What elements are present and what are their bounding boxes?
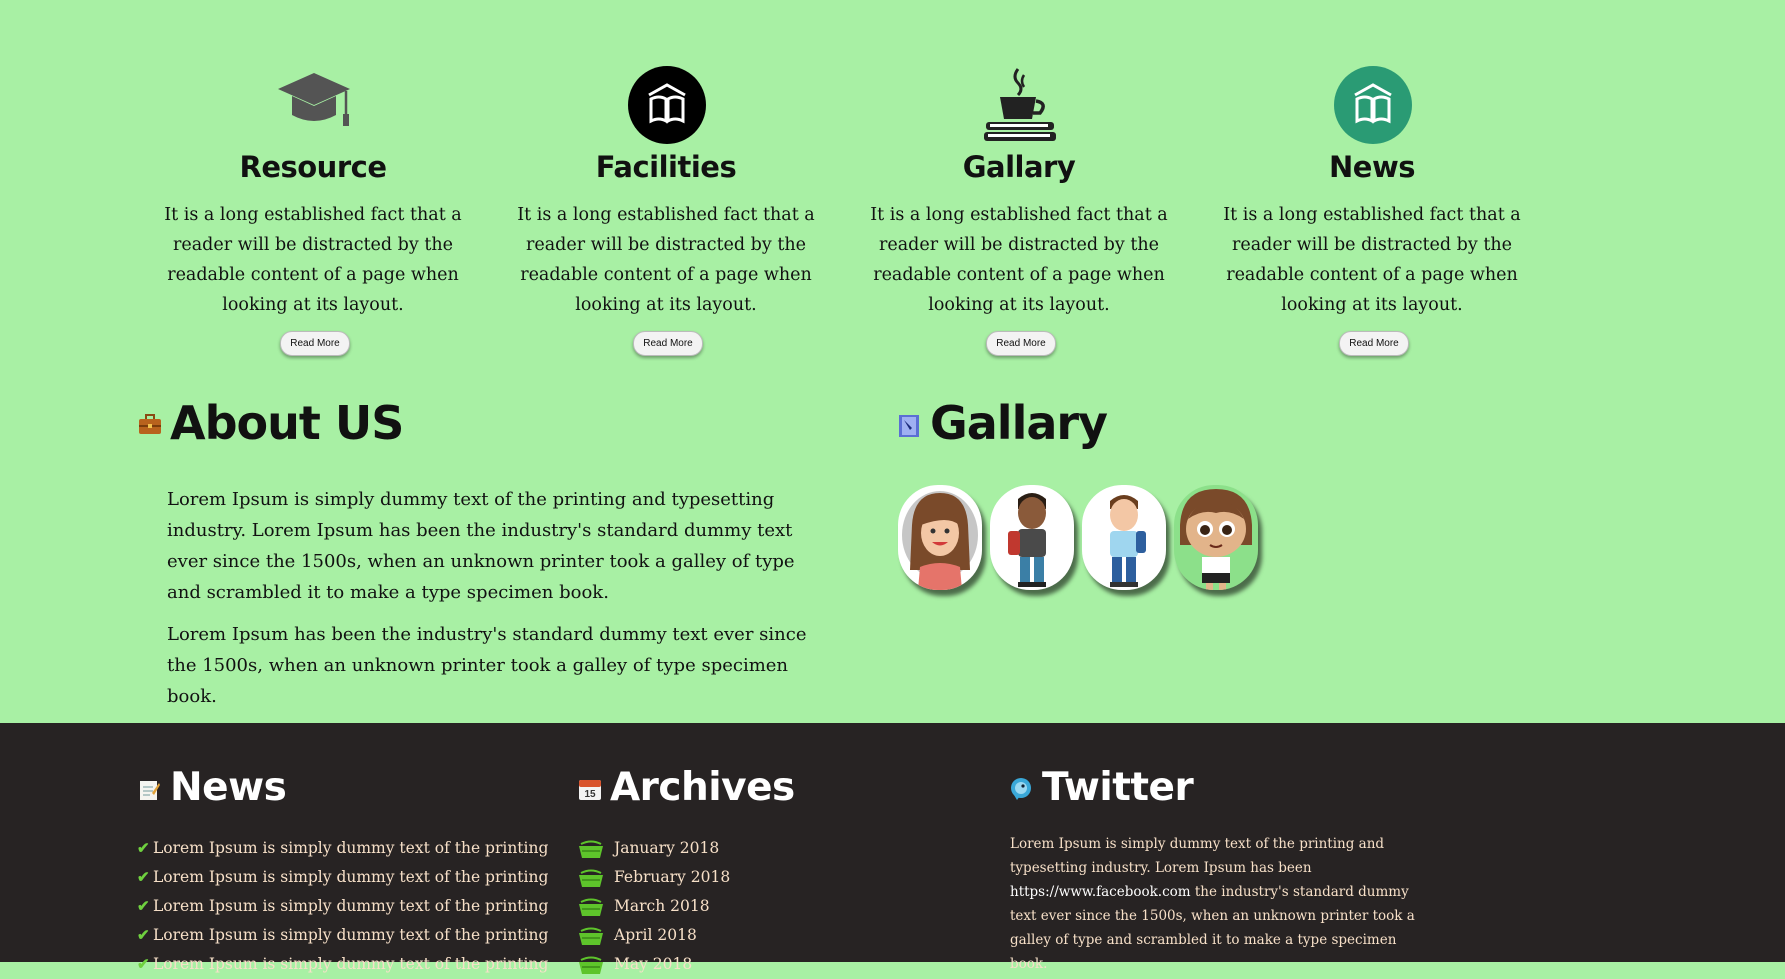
twitter-text: Lorem Ipsum is simply dummy text of the … (1010, 836, 1415, 972)
book-circle-green-icon (1333, 65, 1413, 145)
footer-archives-title: Archives (610, 765, 795, 810)
archive-item[interactable]: February 2018 (578, 863, 730, 892)
footer-archives-list: January 2018 February 2018 March 2018 Ap… (578, 834, 730, 979)
features-section: Resource It is a long established fact t… (0, 0, 1785, 370)
basket-icon (579, 869, 603, 887)
about-title: About US (170, 396, 404, 450)
footer-twitter-title: Twitter (1042, 765, 1194, 810)
feature-title: Gallary (962, 150, 1076, 184)
coffee-books-icon (980, 65, 1060, 145)
check-icon: ✔ (137, 926, 150, 944)
read-more-button[interactable]: Read More (1339, 331, 1409, 356)
feature-text: It is a long established fact that a rea… (1223, 205, 1521, 315)
footer: News ✔ Lorem Ipsum is simply dummy text o… (0, 723, 1785, 974)
twitter-bird-icon (1009, 777, 1031, 800)
footer-news-list: ✔ Lorem Ipsum is simply dummy text of the… (137, 834, 548, 979)
feature-text: It is a long established fact that a rea… (870, 205, 1168, 315)
boy-backpack-avatar[interactable] (990, 485, 1074, 590)
briefcase-icon (138, 414, 161, 436)
woman-avatar[interactable] (898, 485, 982, 590)
read-more-button[interactable]: Read More (986, 331, 1056, 356)
feature-title: News (1329, 150, 1416, 184)
graduation-cap-icon (274, 65, 354, 145)
list-item[interactable]: ✔ Lorem Ipsum is simply dummy text of the… (137, 950, 548, 979)
check-icon: ✔ (137, 839, 150, 857)
check-icon: ✔ (137, 897, 150, 915)
basket-icon (579, 840, 603, 858)
basket-icon (579, 956, 603, 974)
archive-item[interactable]: April 2018 (578, 921, 730, 950)
feature-text: It is a long established fact that a rea… (517, 205, 815, 315)
check-icon: ✔ (137, 955, 150, 973)
girl-cartoon-avatar[interactable] (1174, 485, 1258, 590)
basket-icon (579, 898, 603, 916)
book-circle-black-icon (627, 65, 707, 145)
list-item[interactable]: ✔ Lorem Ipsum is simply dummy text of the… (137, 834, 548, 863)
calendar-icon: 15 (578, 777, 601, 800)
about-paragraph-2: Lorem Ipsum has been the industry's stan… (167, 624, 807, 707)
feature-title: Facilities (595, 150, 737, 184)
gallery-title: Gallary (930, 396, 1108, 450)
check-icon: ✔ (137, 868, 150, 886)
list-item[interactable]: ✔ Lorem Ipsum is simply dummy text of the… (137, 863, 548, 892)
read-more-button[interactable]: Read More (280, 331, 350, 356)
list-item[interactable]: ✔ Lorem Ipsum is simply dummy text of the… (137, 892, 548, 921)
archive-item[interactable]: May 2018 (578, 950, 730, 979)
about-paragraph-1: Lorem Ipsum is simply dummy text of the … (167, 489, 795, 603)
footer-news-title: News (170, 765, 287, 810)
feature-text: It is a long established fact that a rea… (164, 205, 462, 315)
list-item[interactable]: ✔ Lorem Ipsum is simply dummy text of the… (137, 921, 548, 950)
basket-icon (579, 927, 603, 945)
photo-frame-icon (898, 414, 920, 437)
boy-blue-avatar[interactable] (1082, 485, 1166, 590)
svg-text:15: 15 (584, 789, 596, 800)
archive-item[interactable]: March 2018 (578, 892, 730, 921)
memo-icon (138, 779, 160, 801)
read-more-button[interactable]: Read More (633, 331, 703, 356)
feature-title: Resource (239, 150, 388, 184)
facebook-link[interactable]: https://www.facebook.com (1010, 884, 1191, 900)
archive-item[interactable]: January 2018 (578, 834, 730, 863)
